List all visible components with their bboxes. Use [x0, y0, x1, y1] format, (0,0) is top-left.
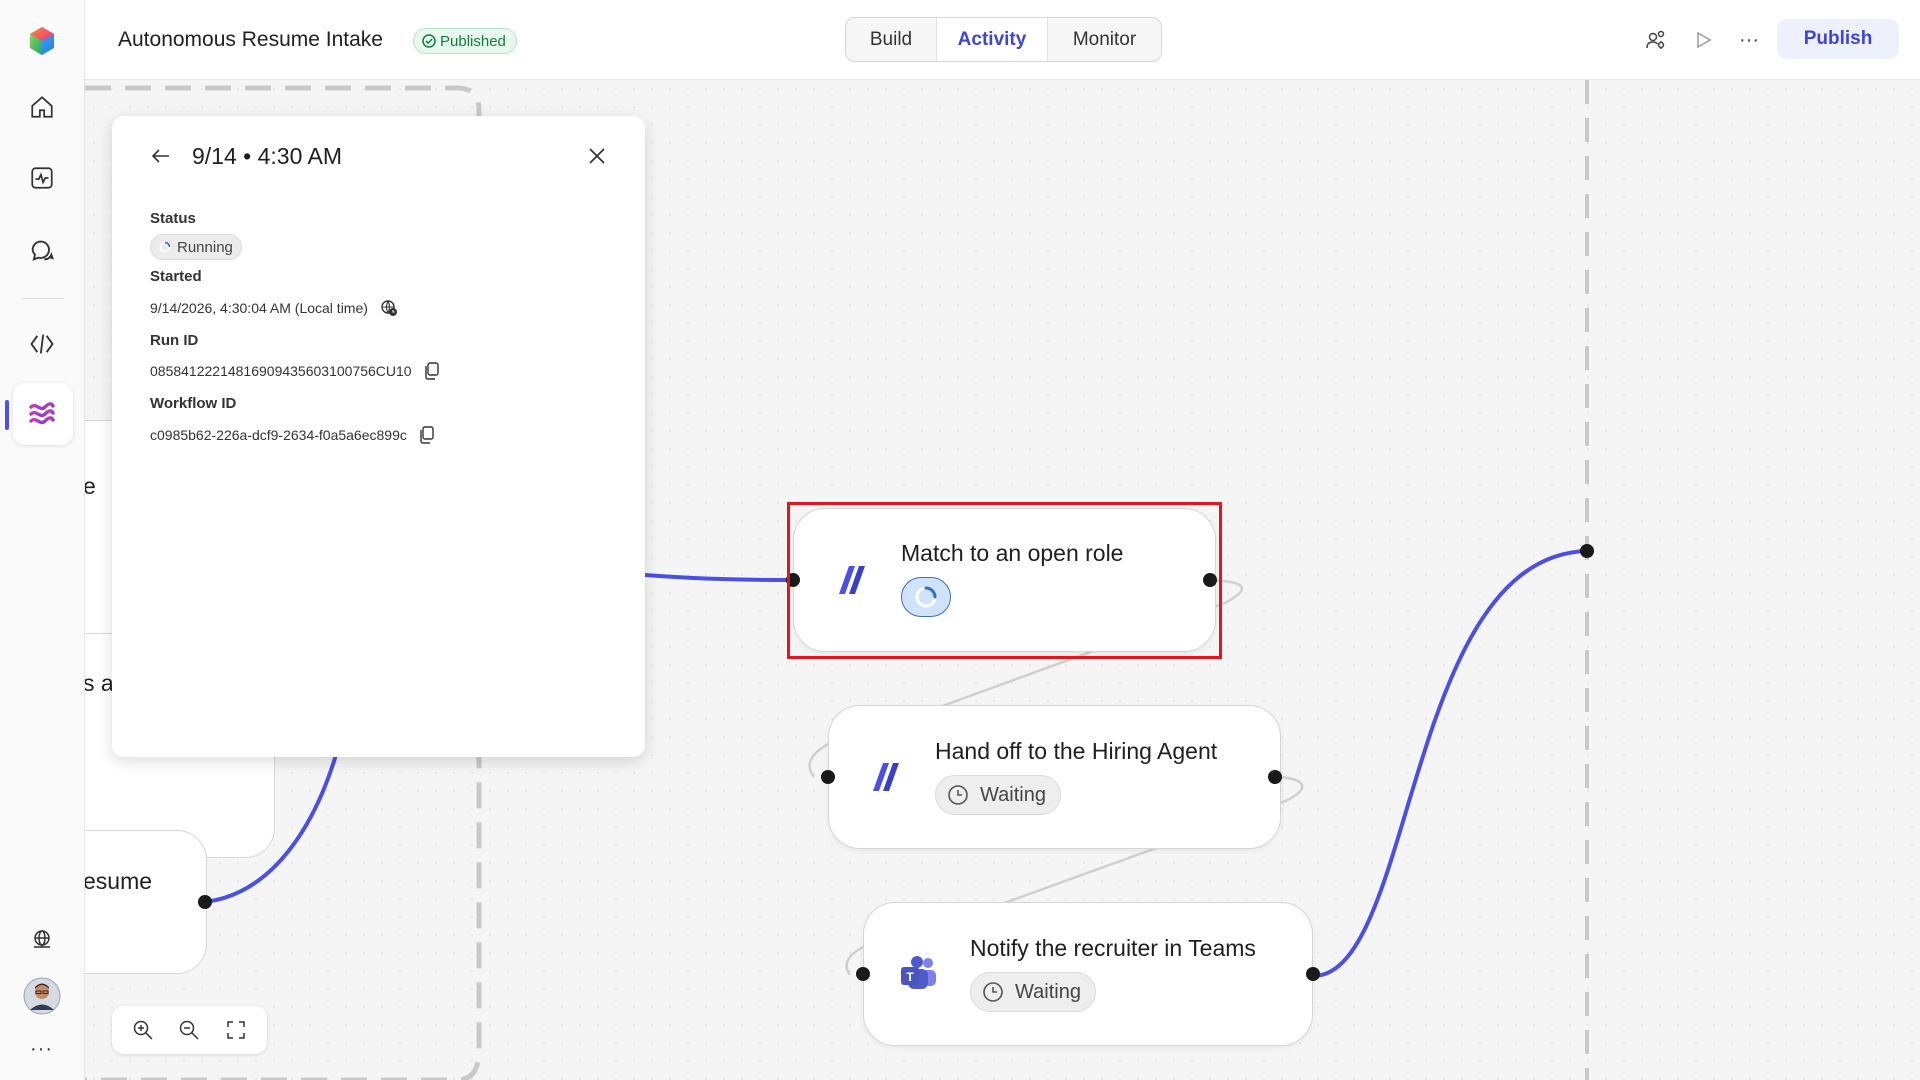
status-value: Running: [177, 238, 233, 256]
run-button[interactable]: [1689, 26, 1717, 54]
workflow-icon: [29, 402, 55, 425]
status-label: Status: [150, 210, 196, 227]
code-button[interactable]: [21, 323, 63, 365]
check-circle-icon: [422, 34, 436, 48]
node-title: Notify the recruiter in Teams: [970, 935, 1256, 961]
teams-icon-wrap: T: [898, 953, 940, 995]
activity-chart-icon: [31, 167, 53, 189]
more-options-button[interactable]: ···: [1735, 26, 1763, 54]
chat-button[interactable]: [21, 229, 63, 271]
rail-divider: [22, 298, 64, 299]
wire-to-match: [644, 573, 794, 582]
view-tabs: Build Activity Monitor: [845, 17, 1162, 62]
clock-icon: [983, 982, 1003, 1002]
workflows-button-icon-wrap[interactable]: [21, 393, 63, 435]
status-pill-label: Waiting: [1015, 980, 1081, 1003]
left-rail: ···: [0, 0, 85, 1080]
top-bar: Autonomous Resume Intake Published Build…: [85, 0, 1920, 80]
started-value-row: 9/14/2026, 4:30:04 AM (Local time): [150, 299, 398, 317]
workflow-id-value: c0985b62-226a-dcf9-2634-f0a5a6ec899c: [150, 427, 407, 443]
rail-active-indicator: [5, 400, 9, 430]
workflow-id-label: Workflow ID: [150, 395, 237, 412]
copy-icon[interactable]: [424, 362, 440, 380]
workflow-id-row: c0985b62-226a-dcf9-2634-f0a5a6ec899c: [150, 426, 435, 444]
publish-button[interactable]: Publish: [1777, 19, 1899, 59]
fit-screen-icon: [227, 1021, 245, 1039]
zoom-in-button[interactable]: [127, 1014, 159, 1046]
tab-monitor[interactable]: Monitor: [1048, 18, 1161, 61]
copilot-logo-icon: [30, 27, 54, 55]
partial-node-3-label: esume: [85, 868, 153, 894]
globe-button[interactable]: [21, 918, 63, 960]
status-pill-label: Waiting: [980, 783, 1046, 806]
partial-node-1-label: e: [85, 473, 96, 499]
node-title: Hand off to the Hiring Agent: [935, 738, 1218, 764]
status-pill-waiting: Waiting: [970, 972, 1096, 1012]
home-button[interactable]: [21, 86, 63, 128]
home-icon: [31, 96, 53, 118]
status-badge: Published: [413, 28, 517, 54]
agent-icon-2: [864, 756, 906, 798]
agent-slash-icon: [873, 763, 899, 791]
page-title: Autonomous Resume Intake: [118, 28, 383, 51]
port-resume-out[interactable]: [198, 895, 212, 909]
avatar[interactable]: [21, 975, 63, 1017]
share-people-button[interactable]: [1642, 26, 1670, 54]
run-details-panel: 9/14 • 4:30 AM Status Running Started 9/…: [112, 116, 645, 757]
tab-activity[interactable]: Activity: [936, 18, 1048, 61]
started-value: 9/14/2026, 4:30:04 AM (Local time): [150, 300, 368, 316]
zoom-out-icon: [180, 1020, 200, 1040]
user-avatar-icon: [23, 977, 61, 1015]
status-chip: Running: [150, 234, 242, 260]
rail-more-button[interactable]: ···: [30, 1038, 53, 1061]
spinner-icon: [159, 241, 171, 253]
globe-network-icon: [34, 930, 50, 948]
globe-clock-icon[interactable]: [380, 299, 398, 317]
port-output[interactable]: [1580, 544, 1594, 558]
port-handoff-in[interactable]: [821, 770, 835, 784]
zoom-out-button[interactable]: [173, 1014, 205, 1046]
partial-node-3[interactable]: [85, 830, 207, 974]
status-pill-waiting: Waiting: [935, 775, 1061, 815]
play-icon: [1697, 31, 1712, 49]
zoom-controls: [112, 1006, 267, 1054]
close-button[interactable]: [582, 141, 612, 171]
port-notify-out[interactable]: [1306, 967, 1320, 981]
app-logo[interactable]: [21, 20, 63, 62]
monitor-button[interactable]: [21, 157, 63, 199]
port-handoff-out[interactable]: [1268, 770, 1282, 784]
fit-to-screen-button[interactable]: [220, 1014, 252, 1046]
close-icon: [589, 148, 605, 164]
tab-build[interactable]: Build: [846, 18, 936, 61]
teams-icon: T: [901, 956, 936, 989]
back-button[interactable]: [146, 141, 176, 171]
run-id-value: 08584122214816909435603100756CU10: [150, 363, 412, 379]
panel-title: 9/14 • 4:30 AM: [192, 143, 342, 169]
run-id-label: Run ID: [150, 332, 199, 349]
clock-icon: [948, 785, 968, 805]
zoom-in-icon: [133, 1020, 153, 1040]
status-badge-label: Published: [440, 32, 506, 50]
chat-icon: [31, 240, 54, 261]
partial-node-2-label: s a: [85, 670, 114, 696]
people-settings-icon: [1646, 30, 1665, 49]
copy-icon[interactable]: [419, 426, 435, 444]
wire-to-output: [1312, 549, 1588, 978]
arrow-left-icon: [151, 149, 169, 163]
code-slash-icon: [30, 334, 54, 354]
port-notify-in[interactable]: [856, 967, 870, 981]
selection-highlight: [787, 502, 1222, 659]
started-label: Started: [150, 268, 202, 285]
run-id-row: 08584122214816909435603100756CU10: [150, 362, 440, 380]
svg-text:T: T: [906, 970, 914, 984]
